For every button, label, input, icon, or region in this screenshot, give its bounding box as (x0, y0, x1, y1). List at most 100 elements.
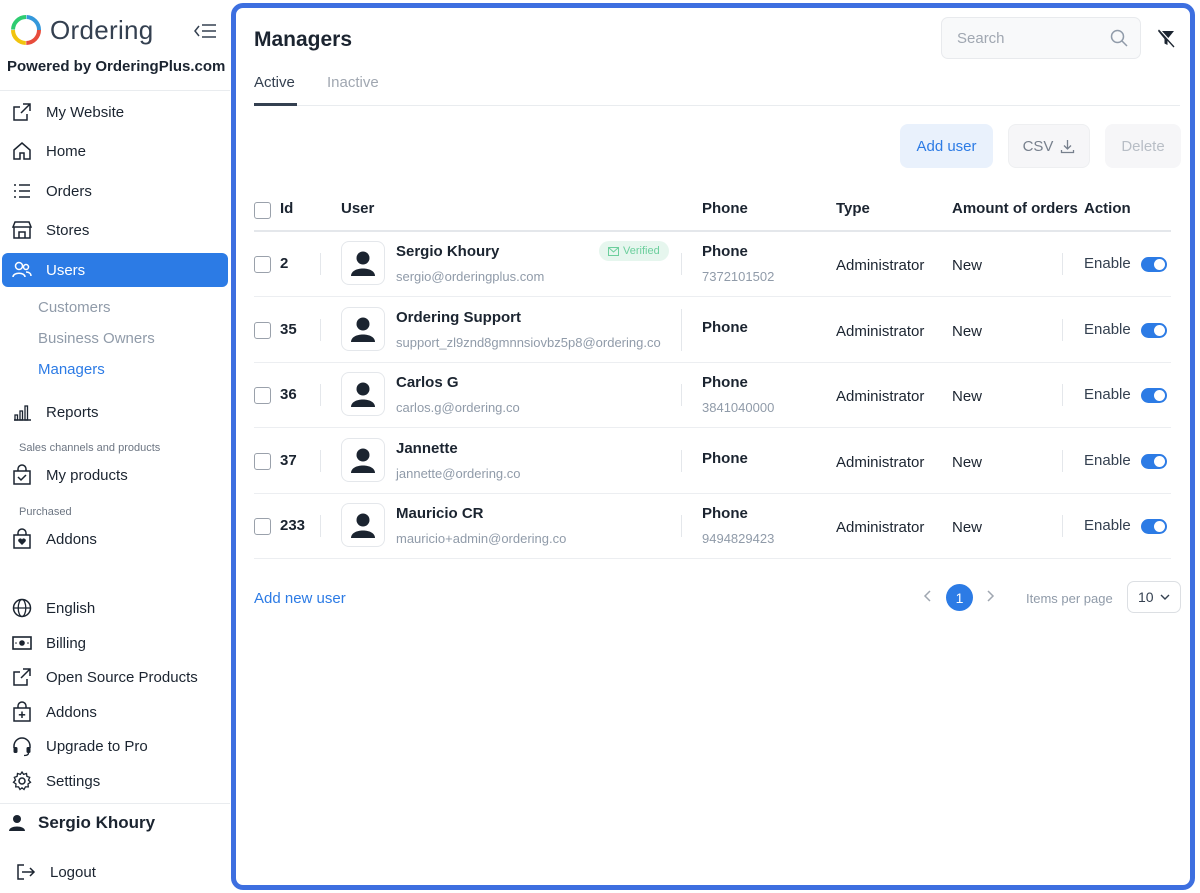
filter-icon[interactable] (1156, 28, 1176, 53)
table-row[interactable]: 35 Ordering Support support_zl9znd8gmnns… (254, 298, 1171, 363)
delete-button[interactable]: Delete (1105, 124, 1181, 168)
phone-number: 7372101502 (702, 269, 775, 284)
amount-of-orders: New (952, 454, 983, 471)
user-id: 2 (280, 255, 289, 272)
verified-badge: Verified (599, 241, 669, 261)
search-input[interactable]: Search (941, 17, 1141, 59)
column-header-phone: Phone (702, 200, 748, 217)
tab-inactive[interactable]: Inactive (327, 74, 379, 91)
verified-label: Verified (623, 245, 660, 257)
sidebar-item-addons-purchased[interactable]: Addons (2, 522, 228, 556)
column-divider (320, 515, 321, 537)
sidebar-item-addons[interactable]: Addons (2, 695, 228, 729)
select-all-checkbox[interactable] (254, 202, 271, 219)
sidebar-item-label: Upgrade to Pro (46, 737, 148, 755)
column-header-action: Action (1084, 200, 1131, 217)
current-page-button[interactable]: 1 (946, 584, 973, 611)
sidebar-subitem-managers[interactable]: Managers (38, 361, 105, 378)
sidebar-item-open-source[interactable]: Open Source Products (2, 660, 228, 694)
enable-toggle[interactable] (1141, 388, 1167, 403)
enable-toggle[interactable] (1141, 257, 1167, 272)
collapse-sidebar-icon[interactable] (192, 20, 218, 42)
user-icon (8, 814, 26, 832)
column-divider (1062, 384, 1063, 406)
table-row[interactable]: 36 Carlos G carlos.g@ordering.co Phone 3… (254, 363, 1171, 428)
sidebar-item-label: English (46, 599, 96, 617)
row-checkbox[interactable] (254, 256, 271, 273)
sidebar-item-my-products[interactable]: My products (2, 458, 228, 492)
add-user-button[interactable]: Add user (900, 124, 993, 168)
sidebar-item-users[interactable]: Users (2, 253, 228, 287)
sidebar-subitem-customers[interactable]: Customers (38, 299, 111, 316)
enable-toggle[interactable] (1141, 323, 1167, 338)
chevron-down-icon (1160, 594, 1170, 600)
user-id: 35 (280, 321, 297, 338)
user-email: mauricio+admin@ordering.co (396, 531, 567, 546)
external-link-icon (10, 100, 34, 124)
csv-label: CSV (1022, 137, 1054, 155)
sidebar-item-reports[interactable]: Reports (2, 395, 228, 429)
avatar (341, 438, 385, 482)
amount-of-orders: New (952, 388, 983, 405)
column-header-user: User (341, 200, 375, 217)
column-divider (1062, 253, 1063, 275)
sidebar-item-home[interactable]: Home (2, 134, 228, 168)
search-icon (1110, 29, 1128, 51)
row-checkbox[interactable] (254, 387, 271, 404)
current-user[interactable]: Sergio Khoury (8, 813, 155, 833)
user-id: 37 (280, 452, 297, 469)
user-type: Administrator (836, 388, 925, 405)
sidebar-item-language[interactable]: English (2, 591, 228, 625)
logout-button[interactable]: Logout (6, 855, 232, 889)
sidebar-subitem-business-owners[interactable]: Business Owners (38, 330, 155, 347)
items-per-page-select[interactable]: 10 (1127, 581, 1181, 613)
sidebar-item-upgrade[interactable]: Upgrade to Pro (2, 729, 228, 763)
sidebar-item-my-website[interactable]: My Website (2, 95, 228, 129)
column-divider (681, 253, 682, 275)
phone-number: 9494829423 (702, 531, 775, 546)
column-divider (320, 319, 321, 341)
avatar (341, 503, 385, 547)
row-checkbox[interactable] (254, 518, 271, 535)
csv-export-button[interactable]: CSV (1008, 124, 1090, 168)
sidebar-item-orders[interactable]: Orders (2, 174, 228, 208)
powered-by: Powered by OrderingPlus.com (7, 58, 226, 75)
items-per-page-value: 10 (1138, 589, 1154, 605)
globe-icon (10, 596, 34, 620)
row-checkbox[interactable] (254, 322, 271, 339)
gear-icon (10, 769, 34, 793)
table-row[interactable]: 233 Mauricio CR mauricio+admin@ordering.… (254, 494, 1171, 559)
cash-icon (10, 631, 34, 655)
bag-check-icon (10, 463, 34, 487)
sidebar: Ordering Powered by OrderingPlus.com My … (0, 0, 230, 893)
add-new-user-link[interactable]: Add new user (254, 590, 346, 607)
sidebar-item-label: Addons (46, 703, 97, 721)
user-id: 233 (280, 517, 306, 534)
prev-page-icon[interactable] (922, 588, 934, 609)
enable-toggle[interactable] (1141, 519, 1167, 534)
tab-active[interactable]: Active (254, 74, 295, 91)
phone-label: Phone (702, 319, 748, 336)
sidebar-item-label: My Website (46, 103, 125, 121)
amount-of-orders: New (952, 257, 983, 274)
table-row[interactable]: 37 Jannette jannette@ordering.co Phone A… (254, 429, 1171, 494)
logout-icon (14, 860, 38, 884)
ordering-logo-icon (10, 14, 42, 46)
sidebar-item-settings[interactable]: Settings (2, 764, 228, 798)
row-checkbox[interactable] (254, 453, 271, 470)
external-link-icon (10, 665, 34, 689)
user-email: jannette@ordering.co (396, 466, 521, 481)
enable-label: Enable (1084, 517, 1131, 534)
next-page-icon[interactable] (984, 588, 996, 609)
user-type: Administrator (836, 323, 925, 340)
enable-label: Enable (1084, 386, 1131, 403)
phone-label: Phone (702, 505, 748, 522)
sidebar-item-billing[interactable]: Billing (2, 626, 228, 660)
column-divider (320, 253, 321, 275)
column-divider (1062, 450, 1063, 472)
sidebar-item-label: Orders (46, 182, 92, 200)
enable-toggle[interactable] (1141, 454, 1167, 469)
phone-label: Phone (702, 374, 748, 391)
table-row[interactable]: 2 Sergio Khoury sergio@orderingplus.com … (254, 232, 1171, 297)
sidebar-item-stores[interactable]: Stores (2, 213, 228, 247)
